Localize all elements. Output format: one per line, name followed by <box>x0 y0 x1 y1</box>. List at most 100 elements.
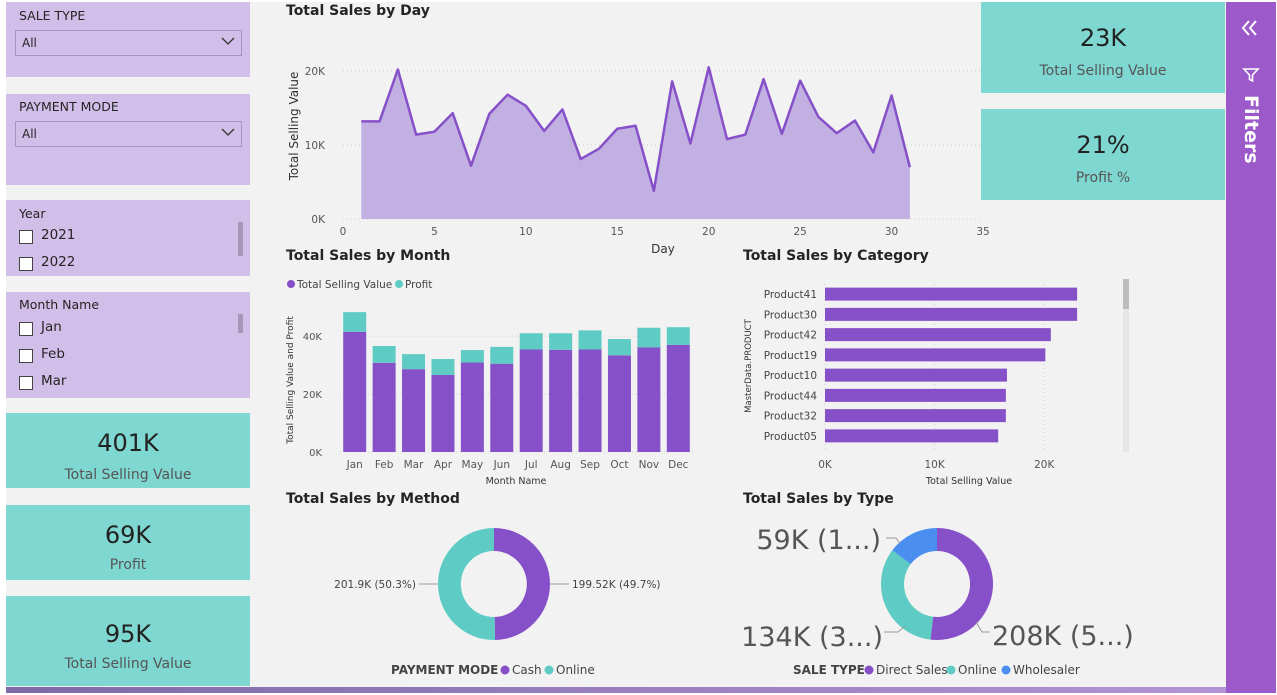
legend-marker-profit <box>395 280 403 288</box>
month-chart-y-ticks: 0K 20K 40K <box>303 332 323 459</box>
y-tick-label: Product19 <box>764 350 817 362</box>
bar-total-selling-value <box>372 362 396 452</box>
donut-slice-cash <box>494 528 550 640</box>
legend-marker-direct-sales <box>864 665 874 675</box>
x-tick-label: 10K <box>924 459 945 471</box>
x-tick-label: 20 <box>702 226 715 238</box>
month-chart-x-ticks: Jan Feb Mar Apr May Jun Jul Aug Sep Oct Nov Dec <box>346 459 689 471</box>
bar-profit <box>549 333 573 350</box>
slice-label: 208K (5...) <box>992 621 1134 652</box>
x-tick-label: 15 <box>611 226 624 238</box>
bar-profit <box>637 327 661 348</box>
month-chart-bars <box>343 312 690 452</box>
day-chart-area <box>361 66 912 219</box>
bar-profit <box>343 312 367 332</box>
y-tick-label: Product41 <box>764 289 817 301</box>
y-tick-label: 20K <box>303 390 323 401</box>
bar-total-selling-value <box>549 349 573 452</box>
month-chart-y-axis-label: Total Selling Value and Profit <box>286 316 296 445</box>
charts-layer: 0K 10K 20K 0 5 10 15 20 25 30 35 Day Total Sellin… <box>286 66 1134 677</box>
month-chart-legend[interactable]: Total Selling Value Profit <box>287 279 432 291</box>
legend-label: Wholesaler <box>1013 663 1080 677</box>
category-bar <box>825 348 1046 362</box>
category-chart-scrollbar-thumb[interactable] <box>1123 279 1129 309</box>
legend-marker-wholesaler <box>1001 665 1011 675</box>
x-tick-label: 0 <box>340 226 347 238</box>
category-chart-bars <box>825 287 1078 443</box>
category-bar <box>825 429 999 443</box>
filters-label-wrapper: Filters <box>1238 95 1263 165</box>
category-bar <box>825 307 1078 321</box>
method-donut-legend[interactable]: PAYMENT MODE Cash Online <box>391 663 595 677</box>
slice-label: 134K (3...) <box>741 622 883 653</box>
bar-profit <box>666 327 690 345</box>
legend-label: Total Selling Value <box>296 279 392 291</box>
bar-total-selling-value <box>519 349 543 452</box>
x-tick-label: Apr <box>434 459 453 471</box>
x-tick-label: Feb <box>375 459 394 471</box>
bar-profit <box>460 350 484 363</box>
legend-label: Profit <box>405 279 432 291</box>
x-tick-label: Aug <box>550 459 571 471</box>
category-bar <box>825 409 1006 423</box>
legend-title: PAYMENT MODE <box>391 663 498 677</box>
donut-slice-direct-sales <box>930 528 994 641</box>
x-tick-label: Jan <box>346 459 363 471</box>
bar-profit <box>519 333 543 350</box>
legend-label: Direct Sales <box>876 663 948 677</box>
y-tick-label: Product44 <box>764 390 818 402</box>
x-tick-label: 35 <box>976 226 989 238</box>
legend-marker-cash <box>500 665 510 675</box>
y-tick-label: Product42 <box>764 330 817 342</box>
day-chart-y-axis-label: Total Selling Value <box>287 72 301 182</box>
x-tick-label: Jun <box>493 459 510 471</box>
x-tick-label: 30 <box>885 226 898 238</box>
x-tick-label: 25 <box>793 226 806 238</box>
bar-profit <box>402 354 426 370</box>
y-tick-label: 10K <box>305 140 326 152</box>
method-donut-label-online: 201.9K (50.3%) <box>334 579 438 591</box>
x-tick-label: May <box>462 459 484 471</box>
category-bar <box>825 388 1006 402</box>
bar-total-selling-value <box>343 331 367 452</box>
y-tick-label: Product05 <box>764 431 817 443</box>
day-chart-x-axis-label: Day <box>651 242 675 256</box>
slice-label: 201.9K (50.3%) <box>334 579 416 591</box>
donut-slice-online <box>881 550 934 640</box>
bar-profit <box>490 346 514 364</box>
y-tick-label: Product32 <box>764 411 817 423</box>
bar-total-selling-value <box>431 374 455 452</box>
legend-marker-total-selling-value <box>287 280 295 288</box>
type-donut-label-direct-sales: 208K (5...) <box>975 621 1134 652</box>
slice-label: 199.52K (49.7%) <box>572 579 661 591</box>
day-chart-y-ticks: 0K 10K 20K <box>305 66 326 226</box>
legend-title: SALE TYPE <box>793 663 865 677</box>
type-donut-legend[interactable]: SALE TYPE Direct Sales Online Wholesaler <box>793 663 1080 677</box>
x-tick-label: Sep <box>580 459 600 471</box>
y-tick-label: 40K <box>303 332 323 343</box>
bar-profit <box>578 330 602 350</box>
bar-total-selling-value <box>607 355 631 452</box>
x-tick-label: Nov <box>639 459 660 471</box>
type-donut-label-online: 134K (3...) <box>741 622 906 653</box>
x-tick-label: 10 <box>519 226 532 238</box>
category-bar <box>825 328 1051 342</box>
donut-slice-online <box>437 528 496 640</box>
bar-profit <box>431 359 455 375</box>
category-chart-x-ticks: 0K 10K 20K <box>818 459 1055 471</box>
filters-pane[interactable]: Filters <box>1226 2 1276 693</box>
filters-label: Filters <box>1240 95 1262 164</box>
bar-total-selling-value <box>637 347 661 452</box>
x-tick-label: Jul <box>524 459 538 471</box>
x-tick-label: Mar <box>404 459 424 471</box>
bar-total-selling-value <box>578 349 602 452</box>
x-tick-label: Oct <box>610 459 628 471</box>
y-tick-label: 0K <box>311 214 326 226</box>
funnel-icon <box>1242 68 1260 83</box>
method-donut-chart <box>437 528 550 640</box>
legend-label: Online <box>958 663 997 677</box>
category-chart-y-axis-label: MasterData.PRODUCT <box>744 318 754 412</box>
x-tick-label: 20K <box>1034 459 1055 471</box>
double-chevron-left-icon[interactable] <box>1240 18 1260 38</box>
method-donut-label-cash: 199.52K (49.7%) <box>550 579 661 591</box>
